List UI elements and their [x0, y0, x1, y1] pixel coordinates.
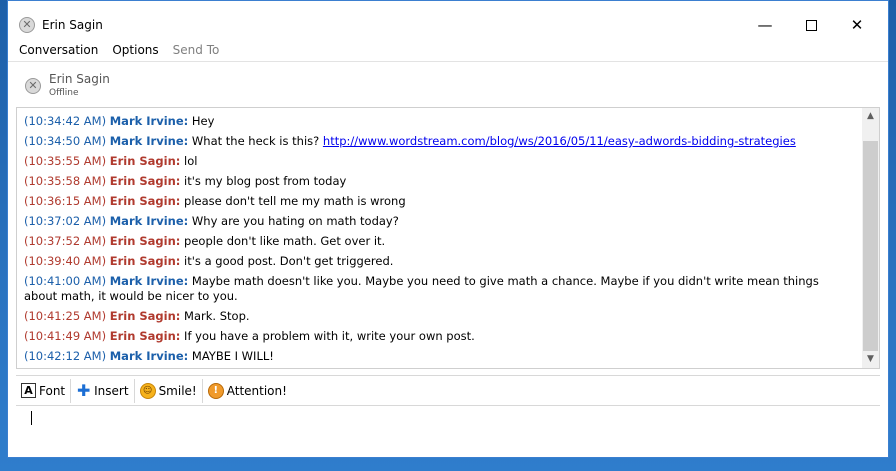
insert-button-label: Insert	[94, 383, 129, 398]
offline-status-icon: ✕	[19, 17, 35, 33]
message-timestamp: (10:34:50 AM)	[24, 134, 107, 148]
message-text: lol	[180, 154, 198, 168]
contact-name: Erin Sagin	[49, 72, 110, 86]
format-toolbar: A Font ✚ Insert ☺ Smile! ! Attention!	[16, 375, 880, 406]
title-bar[interactable]: ✕ Erin Sagin — ✕	[8, 1, 888, 49]
message-timestamp: (10:35:58 AM)	[24, 174, 107, 188]
message-text: Why are you hating on math today?	[188, 214, 399, 228]
message-text: MAYBE I WILL!	[188, 349, 274, 363]
offline-status-icon: ✕	[25, 78, 41, 94]
message-text: Mark. Stop.	[180, 309, 250, 323]
message-text: Hey	[188, 114, 215, 128]
smiley-icon: ☺	[139, 382, 156, 399]
font-button[interactable]: A Font	[16, 378, 72, 403]
font-icon: A	[21, 383, 36, 398]
plus-icon: ✚	[76, 381, 91, 400]
message-sender: Erin Sagin:	[109, 154, 181, 168]
chat-message: (10:39:40 AM) Erin Sagin: it's a good po…	[24, 254, 854, 269]
message-text: people don't like math. Get over it.	[180, 234, 386, 248]
im-conversation-window: ✕ Erin Sagin — ✕ Conversation Options Se…	[7, 0, 889, 458]
message-sender: Mark Irvine:	[109, 214, 189, 228]
chat-message: (10:41:49 AM) Erin Sagin: If you have a …	[24, 329, 854, 344]
chat-message: (10:42:12 AM) Mark Irvine: MAYBE I WILL!	[24, 349, 854, 364]
message-sender: Erin Sagin:	[109, 234, 181, 248]
maximize-icon	[805, 20, 817, 31]
text-caret	[31, 411, 32, 425]
message-sender: Mark Irvine:	[109, 134, 189, 148]
message-list: (10:34:42 AM) Mark Irvine: Hey (10:34:50 …	[24, 114, 854, 368]
attention-icon: !	[207, 382, 224, 399]
message-sender: Mark Irvine:	[109, 114, 189, 128]
contact-header: ✕ Erin Sagin Offline	[8, 61, 888, 107]
smile-button-label: Smile!	[158, 383, 197, 398]
chat-message: (10:36:15 AM) Erin Sagin: please don't t…	[24, 194, 854, 209]
message-sender: Erin Sagin:	[109, 174, 181, 188]
scroll-up-arrow-icon[interactable]: ▲	[862, 108, 879, 125]
chat-message: (10:34:42 AM) Mark Irvine: Hey	[24, 114, 854, 129]
scroll-down-arrow-icon[interactable]: ▼	[862, 351, 879, 368]
message-timestamp: (10:41:25 AM)	[24, 309, 107, 323]
message-timestamp: (10:39:40 AM)	[24, 254, 107, 268]
chat-log[interactable]: (10:34:42 AM) Mark Irvine: Hey (10:34:50 …	[16, 107, 880, 369]
maximize-button[interactable]	[788, 9, 834, 41]
message-timestamp: (10:41:00 AM)	[24, 274, 107, 288]
message-sender: Mark Irvine:	[109, 349, 189, 363]
message-text: What the heck is this?	[188, 134, 323, 148]
chat-message: (10:35:55 AM) Erin Sagin: lol	[24, 154, 854, 169]
message-timestamp: (10:34:42 AM)	[24, 114, 107, 128]
scroll-thumb[interactable]	[863, 141, 878, 351]
chat-message: (10:41:25 AM) Erin Sagin: Mark. Stop.	[24, 309, 854, 324]
message-timestamp: (10:37:02 AM)	[24, 214, 107, 228]
attention-button-label: Attention!	[226, 383, 287, 398]
message-text: it's a good post. Don't get triggered.	[180, 254, 394, 268]
chat-message: (10:35:58 AM) Erin Sagin: it's my blog p…	[24, 174, 854, 189]
attention-button[interactable]: ! Attention!	[203, 379, 292, 403]
message-timestamp: (10:36:15 AM)	[24, 194, 107, 208]
menu-bar: Conversation Options Send To	[8, 43, 222, 61]
message-sender: Erin Sagin:	[109, 194, 181, 208]
message-input[interactable]	[16, 406, 880, 452]
chat-message: (10:34:50 AM) Mark Irvine: What the heck…	[24, 134, 854, 149]
message-text: If you have a problem with it, write you…	[180, 329, 475, 343]
message-sender: Mark Irvine:	[109, 274, 189, 288]
close-button[interactable]: ✕	[834, 9, 880, 41]
message-timestamp: (10:35:55 AM)	[24, 154, 107, 168]
contact-status: Offline	[49, 88, 79, 98]
minimize-button[interactable]: —	[742, 9, 788, 41]
message-link[interactable]: http://www.wordstream.com/blog/ws/2016/0…	[323, 134, 796, 148]
window-title: Erin Sagin	[42, 18, 103, 32]
smile-button[interactable]: ☺ Smile!	[135, 378, 203, 403]
chat-message: (10:37:52 AM) Erin Sagin: people don't l…	[24, 234, 854, 249]
message-timestamp: (10:41:49 AM)	[24, 329, 107, 343]
vertical-scrollbar[interactable]: ▲ ▼	[862, 108, 879, 368]
chat-message: (10:41:00 AM) Mark Irvine: Maybe math do…	[24, 274, 854, 304]
message-text: please don't tell me my math is wrong	[180, 194, 406, 208]
message-sender: Erin Sagin:	[109, 329, 181, 343]
message-timestamp: (10:37:52 AM)	[24, 234, 107, 248]
insert-button[interactable]: ✚ Insert	[71, 378, 135, 403]
message-sender: Erin Sagin:	[109, 309, 181, 323]
message-timestamp: (10:42:12 AM)	[24, 349, 107, 363]
message-sender: Erin Sagin:	[109, 254, 181, 268]
menu-options[interactable]: Options	[112, 43, 158, 61]
font-button-label: Font	[39, 383, 66, 398]
menu-conversation[interactable]: Conversation	[19, 43, 98, 61]
message-text: it's my blog post from today	[180, 174, 347, 188]
chat-message: (10:37:02 AM) Mark Irvine: Why are you h…	[24, 214, 854, 229]
menu-send-to[interactable]: Send To	[173, 43, 220, 61]
